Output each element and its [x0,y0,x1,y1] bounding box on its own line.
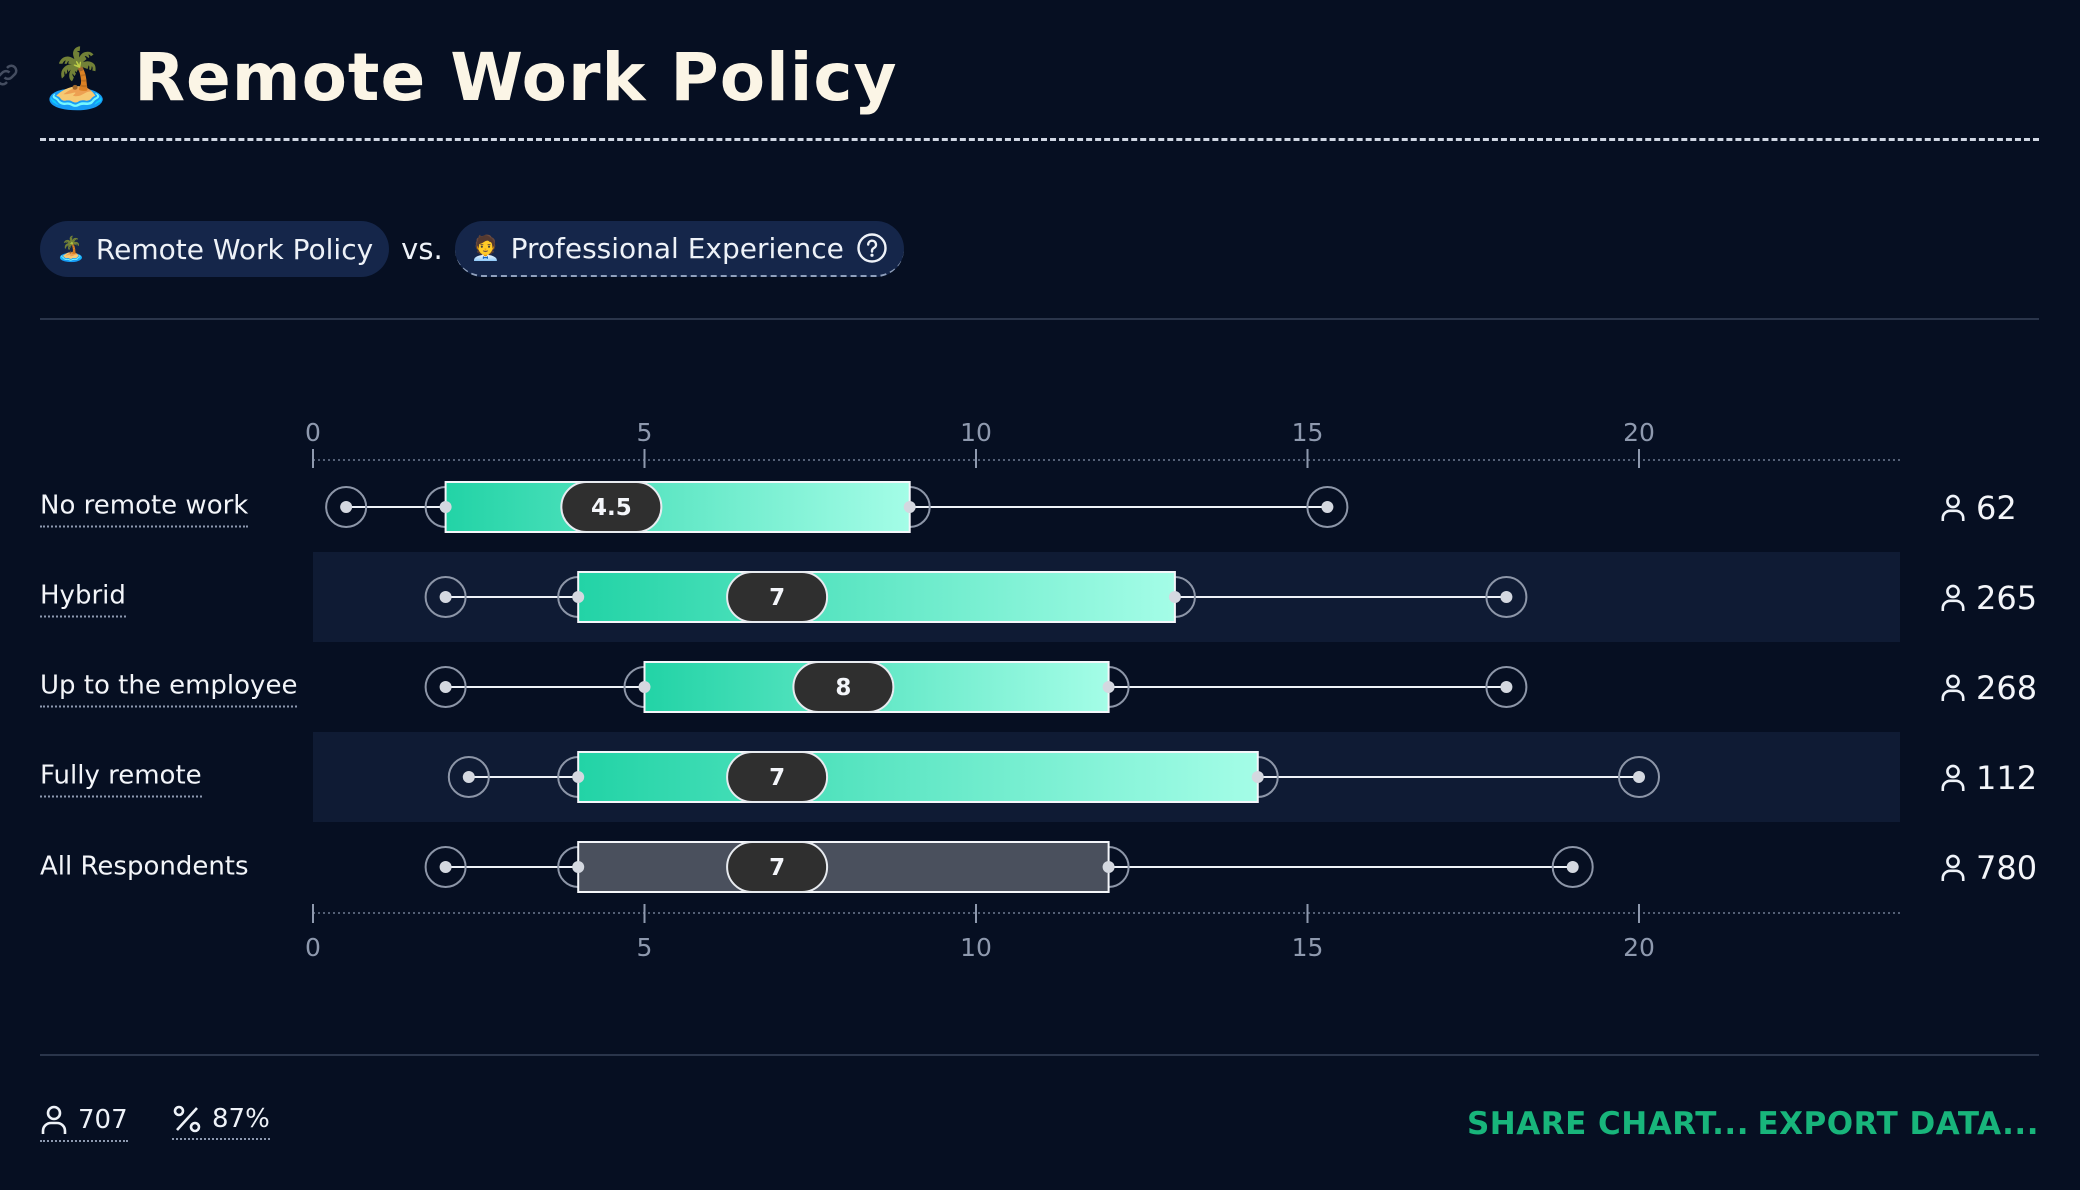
iqr-box [577,841,1110,893]
median-label: 4.5 [591,495,632,521]
x-tick-label: 5 [637,933,653,962]
median-label: 7 [769,765,785,791]
row-label[interactable]: Fully remote [40,761,202,798]
q1-point [439,501,452,513]
boxplot-chart: 0 5 10 15 20 0 5 10 15 20 4.5 7 8 7 7 [305,418,1900,962]
row-count: 265 [1940,579,2037,617]
x-tick-label: 20 [1623,933,1655,962]
person-icon [1941,854,1965,881]
max-point [1500,681,1513,693]
q3-point [1102,861,1115,873]
x-tick-label: 15 [1292,418,1324,447]
percent-icon [173,1105,201,1133]
person-icon [1941,584,1965,611]
q1-point [572,771,585,783]
q3-point [1168,591,1181,603]
max-point [1321,501,1334,513]
min-point [462,771,475,783]
x-tick-label: 0 [305,418,321,447]
person-icon [1941,674,1965,701]
person-icon [1941,494,1965,521]
x-tick-label: 20 [1623,418,1655,447]
x-tick-label: 0 [305,933,321,962]
row-count: 62 [1940,489,2017,527]
max-point [1566,861,1579,873]
export-data-button[interactable]: EXPORT DATA... [1757,1106,2039,1142]
min-point [439,861,452,873]
row-label: All Respondents [40,851,249,882]
boxplot-row: 8 [424,661,1528,713]
row-count-value: 265 [1976,579,2038,617]
q3-point [1102,681,1115,693]
respondents-stat[interactable]: 707 [40,1104,128,1142]
x-tick-label: 10 [960,933,992,962]
min-point [340,501,353,513]
row-count: 112 [1940,759,2037,797]
x-tick-label: 10 [960,418,992,447]
person-icon [1941,764,1965,791]
person-icon [41,1105,67,1134]
max-point [1633,771,1645,783]
q1-point [638,681,651,693]
min-point [439,681,452,693]
row-label[interactable]: Hybrid [40,581,126,618]
percent-stat[interactable]: 87% [172,1104,270,1140]
percent-value: 87% [212,1104,270,1134]
x-tick-label: 5 [637,418,653,447]
respondents-count: 707 [78,1105,128,1135]
iqr-box [577,571,1176,623]
max-point [1500,591,1513,603]
row-count-value: 268 [1976,669,2038,707]
row-count-value: 112 [1976,759,2038,797]
iqr-box [577,751,1259,803]
min-point [439,591,452,603]
footer: 707 87% SHARE CHART... EXPORT DATA... [40,1098,2039,1150]
iqr-box [444,481,911,533]
row-count-value: 62 [1976,489,2017,527]
q1-point [572,861,585,873]
row-count: 780 [1940,849,2037,887]
q3-point [1251,771,1264,783]
row-count: 268 [1940,669,2037,707]
median-label: 7 [769,585,785,611]
q1-point [572,591,585,603]
row-label[interactable]: No remote work [40,491,249,528]
row-count-value: 780 [1976,849,2038,887]
x-tick-label: 15 [1292,933,1324,962]
boxplot-row: 4.5 [325,481,1349,533]
q3-point [903,501,916,513]
boxplot-row: 7 [424,841,1594,893]
divider-bottom [40,1054,2039,1056]
median-label: 8 [835,675,851,701]
row-label[interactable]: Up to the employee [40,671,298,708]
share-chart-button[interactable]: SHARE CHART... [1467,1106,1749,1142]
median-label: 7 [769,855,785,881]
